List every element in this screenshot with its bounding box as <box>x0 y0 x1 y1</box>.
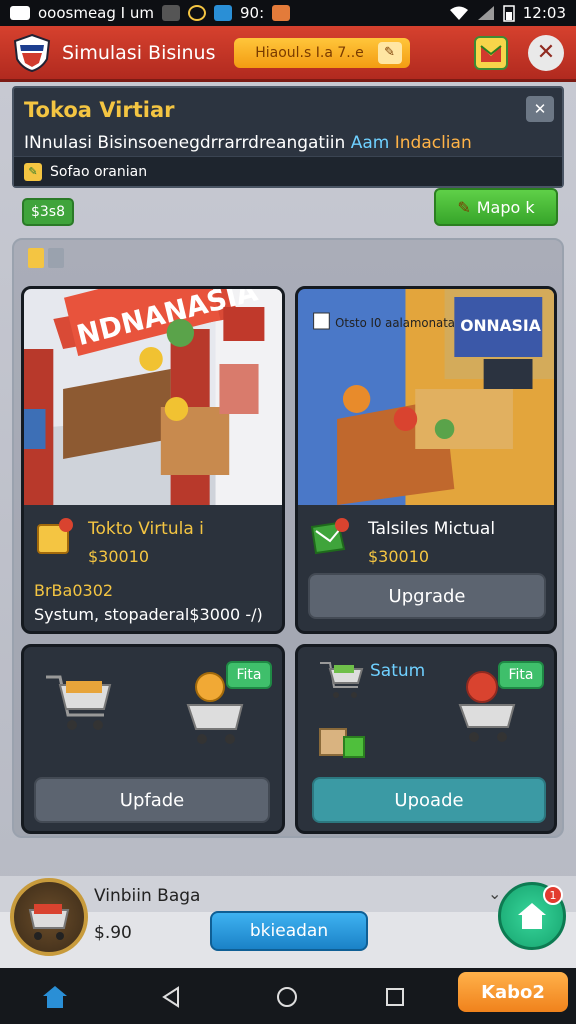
close-icon: ✕ <box>533 100 547 118</box>
shop-panel: NDNANASIA Tokto Virtula i $30010 BrBa030… <box>12 238 564 838</box>
status-bar: ooosmeag I um 90: 12:03 <box>0 0 576 26</box>
card-3-tag: Fita <box>226 661 272 689</box>
close-icon: ✕ <box>536 40 556 65</box>
card-2-price: $30010 <box>368 547 430 566</box>
info-subtitle-highlight-1: Aam <box>350 133 390 153</box>
card-1-subprice: BrBa0302 <box>34 581 114 600</box>
status-indicator: 90: <box>239 4 265 22</box>
store-illustration-1: NDNANASIA <box>24 289 282 505</box>
home-icon <box>518 903 546 929</box>
header-pill-label: Hiaoul.s I.a 7..e <box>255 44 364 61</box>
card-2-upgrade-button[interactable]: Upgrade <box>308 573 546 619</box>
nav-bar: Kabo2 <box>0 968 576 1024</box>
folder-icon <box>28 248 64 268</box>
main-area: Tokoa Virtiar ✕ INnulasi Bisinsoenegdrra… <box>0 82 576 967</box>
nav-recents-button[interactable] <box>378 980 412 1014</box>
chevron-down-icon[interactable]: ⌄ <box>488 884 501 903</box>
square-icon <box>386 988 404 1006</box>
info-footer-text: Sofao oranian <box>50 163 148 180</box>
app-header: Simulasi Bisinus Hiaoul.s I.a 7..e ✎ ✕ <box>0 26 576 82</box>
store-sign-text-2: ONNASIA <box>460 316 541 335</box>
store-card-2[interactable]: ONNASIA Otsto I0 aalamonata Talsiles Mic… <box>295 286 557 634</box>
battery-icon <box>503 5 515 22</box>
status-time: 12:03 <box>522 4 566 22</box>
card-4-upgrade-button[interactable]: Upoade <box>312 777 546 823</box>
pencil-icon: ✎ <box>24 162 42 181</box>
card-2-name: Talsiles Mictual <box>368 519 496 539</box>
bottom-bar: Vinbiin Baga $.90 bkieadan ⌄ 1 <box>0 876 576 968</box>
info-card: Tokoa Virtiar ✕ INnulasi Bisinsoenegdrra… <box>12 86 564 188</box>
money-badge: $3s8 <box>22 198 74 226</box>
home-icon <box>43 986 67 1008</box>
card-3-upgrade-button[interactable]: Upfade <box>34 777 270 823</box>
mode-button-label: Mapo k <box>476 197 535 217</box>
circle-icon <box>277 987 297 1007</box>
pencil-icon: ✎ <box>457 197 471 217</box>
signal-icon <box>477 6 494 20</box>
card-4-label: Satum <box>370 661 426 681</box>
cart-small-icon <box>320 662 364 698</box>
box-coin-icon <box>37 518 73 554</box>
store-card-1[interactable]: NDNANASIA Tokto Virtula i $30010 BrBa030… <box>21 286 285 634</box>
chat-icon <box>213 5 232 21</box>
bottom-name: Vinbiin Baga <box>94 886 201 906</box>
app-icon <box>161 5 180 21</box>
info-card-title: Tokoa Virtiar <box>24 98 175 122</box>
store-card-3[interactable]: Fita Upfade <box>21 644 285 834</box>
info-subtitle-highlight-2: Indaclian <box>394 133 472 153</box>
card-1-name: Tokto Virtula i <box>88 519 204 539</box>
info-card-subtitle: INnulasi Bisinsoenegdrrarrdreangatiin Aa… <box>24 133 472 153</box>
info-card-footer: ✎ Sofao oranian <box>14 156 562 186</box>
shield-logo <box>13 33 51 72</box>
wifi-icon <box>449 6 468 20</box>
header-search-pill[interactable]: Hiaoul.s I.a 7..e ✎ <box>233 37 410 68</box>
fab-badge: 1 <box>543 885 563 905</box>
cart-icon <box>28 904 70 940</box>
card-4-tag: Fita <box>498 661 544 689</box>
store-overlay-text-2: Otsto I0 aalamonata <box>335 316 455 330</box>
circle-icon <box>187 5 206 21</box>
pencil-icon[interactable]: ✎ <box>377 41 402 64</box>
card-1-price: $30010 <box>88 547 150 566</box>
envelope-icon <box>310 518 349 555</box>
back-icon <box>162 986 179 1008</box>
info-close-button[interactable]: ✕ <box>526 96 554 122</box>
mode-button[interactable]: ✎ Mapo k <box>434 188 558 226</box>
status-carrier: ooosmeag I um <box>38 4 154 22</box>
gallery-icon <box>10 6 30 20</box>
boxes-icon <box>319 728 365 758</box>
avatar[interactable] <box>10 878 88 956</box>
nav-home-circle-button[interactable] <box>270 980 304 1014</box>
home-fab-button[interactable]: 1 <box>498 882 566 950</box>
card-1-detail: Systum, stopaderal‏/- $3000) <box>34 605 263 624</box>
info-subtitle-main: INnulasi Bisinsoenegdrrarrdreangatiin <box>24 133 346 153</box>
store-illustration-2: ONNASIA Otsto I0 aalamonata <box>298 289 554 505</box>
store-card-4[interactable]: Satum Fita Upoade <box>295 644 557 834</box>
nav-home-button[interactable] <box>38 980 72 1014</box>
bottom-amount: $.90 <box>94 923 132 943</box>
bottom-action-button[interactable]: bkieadan <box>210 911 368 951</box>
nav-back-button[interactable] <box>154 980 188 1014</box>
cart-icon <box>46 675 112 730</box>
gift-icon[interactable] <box>474 35 508 70</box>
nav-action-button[interactable]: Kabo2 <box>458 972 568 1012</box>
game-icon <box>272 5 291 21</box>
app-title: Simulasi Bisinus <box>62 41 216 64</box>
header-close-button[interactable]: ✕ <box>528 34 564 71</box>
